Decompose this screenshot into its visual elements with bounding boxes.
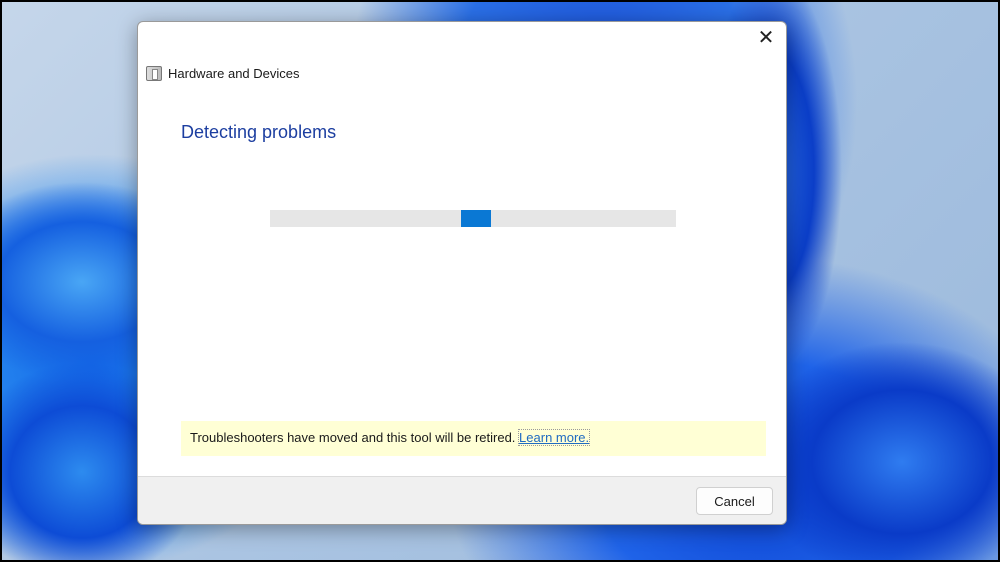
cancel-button[interactable]: Cancel [696, 487, 773, 515]
troubleshooter-dialog: ✕ Hardware and Devices Detecting problem… [137, 21, 787, 525]
hardware-icon [146, 66, 162, 81]
learn-more-link[interactable]: Learn more. [518, 429, 591, 446]
info-bar: Troubleshooters have moved and this tool… [181, 421, 766, 456]
page-title: Detecting problems [181, 122, 337, 142]
app-title: Hardware and Devices [168, 66, 300, 81]
dialog-title: Hardware and Devices [146, 66, 300, 81]
close-button[interactable]: ✕ [754, 26, 778, 50]
progress-bar [270, 210, 676, 227]
info-text: Troubleshooters have moved and this tool… [190, 430, 516, 445]
dialog-footer: Cancel [138, 476, 786, 524]
progress-indicator [460, 210, 491, 227]
